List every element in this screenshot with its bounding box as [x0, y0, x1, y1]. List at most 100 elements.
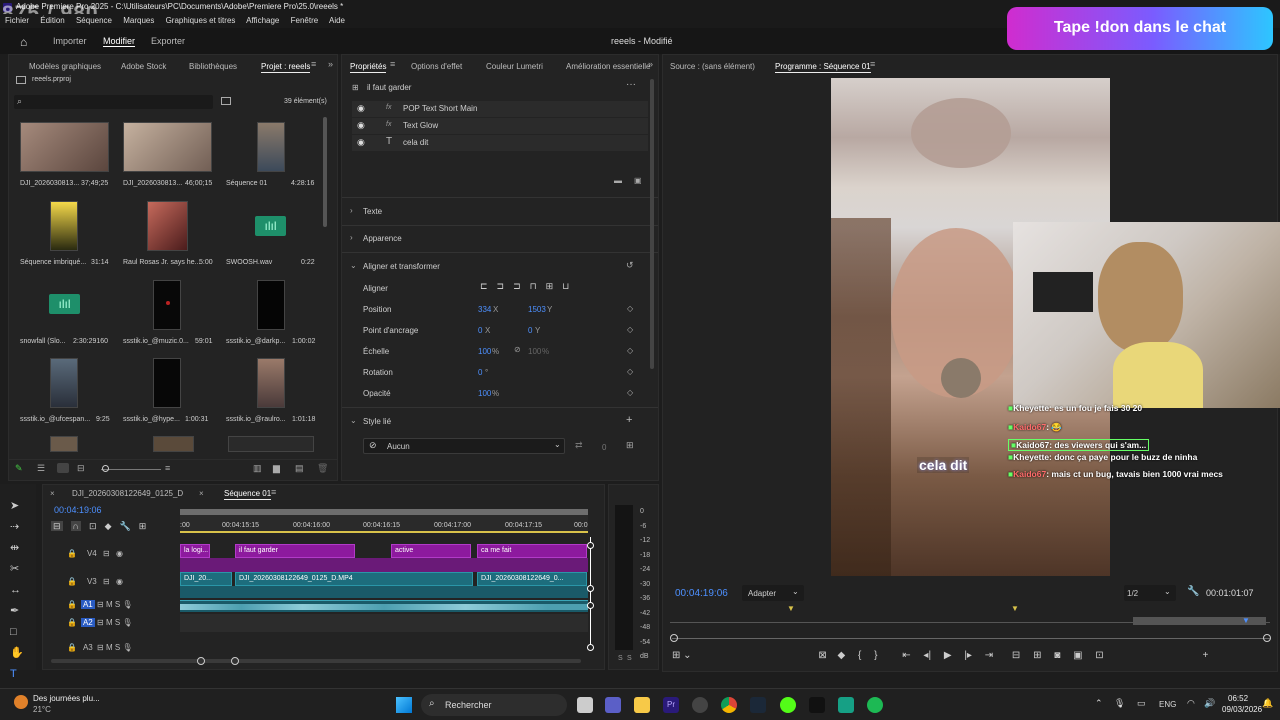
media-thumbnail[interactable]	[228, 436, 314, 452]
slip-tool-icon[interactable]: ↔	[10, 580, 24, 601]
play-icon[interactable]: ▶	[944, 650, 952, 661]
type-tool-icon[interactable]: T	[10, 664, 24, 685]
work-area-bar[interactable]	[180, 531, 588, 533]
media-thumbnail[interactable]	[153, 280, 181, 330]
razor-tool-icon[interactable]: ✂	[10, 559, 24, 580]
scroll-handle[interactable]	[587, 585, 594, 592]
scrollbar[interactable]	[650, 79, 654, 369]
chrome-icon[interactable]	[721, 697, 737, 713]
visibility-eye-icon[interactable]: ◉	[357, 120, 365, 131]
tab-source[interactable]: Source : (sans élément)	[670, 62, 755, 71]
close-icon[interactable]: ×	[199, 489, 204, 498]
zoom-slider[interactable]	[101, 469, 161, 470]
solo-left[interactable]: S	[618, 655, 623, 662]
go-to-in-icon[interactable]: ⇤	[902, 650, 910, 661]
settings-icon[interactable]: ⊞	[672, 650, 680, 661]
layer-row[interactable]: ◉ fx POP Text Short Main	[352, 101, 648, 117]
chevron-right-icon[interactable]: ›	[350, 206, 353, 215]
tab-bibliotheques[interactable]: Bibliothèques	[189, 62, 237, 71]
more-options-icon[interactable]: ···	[626, 79, 636, 90]
mute-button[interactable]: M	[106, 618, 113, 627]
keyframe-diamond-icon[interactable]: ◇	[627, 367, 633, 376]
rotation-value[interactable]: 0	[478, 368, 482, 377]
taskbar-search[interactable]: ⌕ Rechercher	[421, 694, 567, 716]
lock-icon[interactable]: 🔒	[67, 577, 77, 586]
solo-right[interactable]: S	[627, 655, 632, 662]
media-thumbnail[interactable]	[147, 201, 188, 251]
lock-icon[interactable]: 🔒	[67, 549, 77, 558]
scroll-handle[interactable]	[587, 542, 594, 549]
playhead-line[interactable]	[590, 537, 591, 647]
wrench-icon[interactable]: 🔧	[1187, 586, 1199, 597]
media-thumbnail[interactable]	[50, 436, 78, 452]
keyframe-diamond-icon[interactable]: ◇	[627, 388, 633, 397]
chevron-up-icon[interactable]: ⌃	[1095, 698, 1103, 709]
mic-icon[interactable]: 🎙	[122, 600, 132, 609]
media-thumbnail[interactable]	[153, 358, 181, 408]
app-icon[interactable]	[838, 697, 854, 713]
section-apparence[interactable]: Apparence	[363, 234, 402, 243]
program-timecode[interactable]: 00:04:19:06	[675, 588, 728, 599]
zoom-slider-handle[interactable]	[102, 465, 109, 472]
tab-adobe-stock[interactable]: Adobe Stock	[121, 62, 166, 71]
tab-couleur-lumetri[interactable]: Couleur Lumetri	[486, 62, 543, 71]
sync-lock-icon[interactable]: ⊟	[97, 600, 104, 609]
mic-icon[interactable]: 🎙	[122, 618, 132, 627]
visibility-eye-icon[interactable]: ◉	[357, 103, 365, 114]
selection-tool-icon[interactable]: ➤	[10, 496, 24, 517]
clip[interactable]: il faut garder	[235, 544, 355, 558]
chevron-right-icon[interactable]: »	[328, 59, 333, 69]
section-style-lie[interactable]: Style lié	[363, 417, 391, 426]
chevron-down-icon[interactable]: ⌄	[350, 416, 357, 425]
linked-selection-icon[interactable]: ∩	[70, 521, 82, 531]
clip[interactable]: DJI_20...	[180, 572, 232, 586]
step-forward-icon[interactable]: |▸	[964, 650, 972, 661]
ripple-edit-icon[interactable]: ⇹	[10, 538, 24, 559]
step-back-icon[interactable]: ◂|	[923, 650, 931, 661]
mic-icon[interactable]: 🎙	[1114, 698, 1125, 709]
align-bottom-icon[interactable]: ⊔	[562, 281, 569, 291]
tab-importer[interactable]: Importer	[53, 36, 87, 46]
weather-icon[interactable]	[14, 695, 28, 709]
menu-sequence[interactable]: Séquence	[76, 16, 112, 25]
anchor-x-value[interactable]: 0	[478, 326, 482, 335]
new-bin-icon[interactable]: ▆	[273, 463, 280, 474]
volume-icon[interactable]: 🔊	[1204, 698, 1215, 709]
visibility-eye-icon[interactable]: ◉	[116, 577, 123, 586]
add-icon[interactable]: +	[626, 414, 632, 426]
keyframe-diamond-icon[interactable]: ◇	[627, 304, 633, 313]
spotify-icon[interactable]	[867, 697, 883, 713]
scroll-handle[interactable]	[587, 602, 594, 609]
mute-button[interactable]: M	[106, 600, 113, 609]
clip[interactable]: la logi...	[180, 544, 210, 558]
keyframe-diamond-icon[interactable]: ◇	[627, 346, 633, 355]
add-marker-icon[interactable]: ⊡	[89, 521, 97, 531]
trash-icon[interactable]: 🗑	[317, 463, 328, 474]
media-thumbnail[interactable]	[257, 358, 285, 408]
wifi-icon[interactable]: ◠	[1187, 698, 1195, 709]
media-thumbnail[interactable]	[50, 201, 78, 251]
solo-button[interactable]: S	[115, 618, 120, 627]
icon-view-icon[interactable]	[57, 463, 69, 473]
sync-lock-icon[interactable]: ⊟	[97, 643, 104, 652]
tab-modifier[interactable]: Modifier	[103, 36, 136, 47]
lift-icon[interactable]: ⊠	[818, 650, 826, 661]
steam-icon[interactable]	[750, 697, 766, 713]
clock-date[interactable]: 09/03/2026	[1222, 705, 1262, 714]
track-label[interactable]: A3	[81, 643, 95, 652]
panel-menu-icon[interactable]: ≡	[870, 59, 875, 69]
freeform-view-icon[interactable]: ⊟	[77, 463, 85, 474]
tab-sequence-01[interactable]: Séquence 01	[224, 489, 272, 500]
timeline-timecode[interactable]: 00:04:19:06	[54, 505, 102, 515]
clip[interactable]: DJI_20260308122649_0...	[477, 572, 587, 586]
menu-fenetre[interactable]: Fenêtre	[291, 16, 319, 25]
track-a2-lane[interactable]	[180, 614, 588, 632]
section-texte[interactable]: Texte	[363, 207, 382, 216]
premiere-icon[interactable]: Pr	[663, 697, 679, 713]
automate-icon[interactable]: ▥	[253, 463, 262, 474]
lock-icon[interactable]: 🔒	[67, 643, 77, 652]
anchor-y-value[interactable]: 0	[528, 326, 532, 335]
mute-button[interactable]: M	[106, 643, 113, 652]
track-label[interactable]: V4	[87, 549, 97, 558]
media-thumbnail[interactable]	[50, 358, 78, 408]
